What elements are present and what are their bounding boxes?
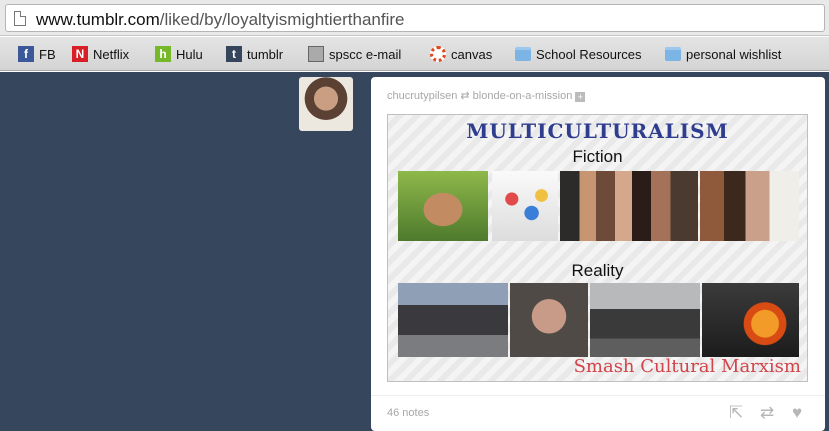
- meme-reality-label: Reality: [571, 261, 624, 280]
- meme-fiction-label: Fiction: [572, 147, 623, 166]
- address-bar-area: www.tumblr.com/liked/by/loyaltyismightie…: [0, 0, 829, 36]
- bookmark-label: canvas: [451, 46, 493, 62]
- canvas-icon: [430, 46, 446, 62]
- photo-fire: [702, 283, 799, 357]
- hulu-icon: h: [155, 46, 171, 62]
- bookmark-label: Hulu: [176, 46, 203, 62]
- bookmark-netflix[interactable]: N Netflix: [72, 44, 129, 64]
- photo-crowd-clash: [590, 283, 700, 357]
- bookmark-spscc-email[interactable]: spscc e-mail: [308, 44, 401, 64]
- meme-title: MULTICULTURALISM: [466, 119, 729, 143]
- facebook-icon: f: [18, 46, 34, 62]
- reblog-button-icon[interactable]: ⇄: [760, 403, 774, 423]
- bookmark-label: spscc e-mail: [329, 46, 402, 62]
- bookmark-label: Netflix: [93, 46, 130, 62]
- url-text[interactable]: www.tumblr.com/liked/by/loyaltyismightie…: [36, 10, 404, 30]
- share-icon[interactable]: ⇱: [729, 403, 743, 423]
- address-bar[interactable]: www.tumblr.com/liked/by/loyaltyismightie…: [5, 4, 825, 32]
- bookmark-school-resources[interactable]: School Resources: [515, 44, 642, 64]
- photo-riot-street: [398, 283, 508, 357]
- post-author[interactable]: chucrutypilsen: [387, 90, 457, 102]
- post-footer: 46 notes ⇱ ⇄ ♥: [371, 395, 825, 431]
- bookmark-label: tumblr: [247, 46, 284, 62]
- folder-icon: [665, 47, 681, 61]
- bookmark-label: FB: [39, 46, 56, 62]
- bookmark-hulu[interactable]: h Hulu: [155, 44, 203, 64]
- reblog-icon: ⇄: [460, 90, 470, 102]
- post-image[interactable]: MULTICULTURALISM Fiction Reality Smash C…: [387, 114, 808, 382]
- netflix-icon: N: [72, 46, 88, 62]
- tumblr-icon: t: [226, 46, 242, 62]
- notes-count[interactable]: 46 notes: [387, 407, 429, 419]
- bookmark-tumblr[interactable]: t tumblr: [226, 44, 283, 64]
- meme-slogan: Smash Cultural Marxism: [573, 356, 801, 377]
- photo-handshake: [398, 171, 488, 241]
- bookmarks-bar: f FB N Netflix h Hulu t tumblr spscc e-m…: [0, 37, 829, 71]
- bookmark-personal-wishlist[interactable]: personal wishlist: [665, 44, 781, 64]
- follow-plus-icon[interactable]: +: [575, 92, 586, 102]
- bookmark-fb[interactable]: f FB: [18, 44, 56, 64]
- post-header: chucrutypilsen ⇄ blonde-on-a-mission +: [387, 89, 586, 102]
- photo-children: [492, 171, 558, 241]
- bookmark-label: School Resources: [536, 46, 642, 62]
- photo-friends: [700, 171, 799, 241]
- photo-injured-man: [510, 283, 588, 357]
- like-heart-icon[interactable]: ♥: [792, 403, 802, 423]
- page-icon: [14, 11, 26, 26]
- spscc-icon: [308, 46, 324, 62]
- bookmark-label: personal wishlist: [686, 46, 782, 62]
- post-card: chucrutypilsen ⇄ blonde-on-a-mission + M…: [371, 77, 825, 431]
- url-host: www.tumblr.com: [36, 10, 160, 29]
- folder-icon: [515, 47, 531, 61]
- bookmark-canvas[interactable]: canvas: [430, 44, 492, 64]
- reblog-source[interactable]: blonde-on-a-mission: [473, 90, 573, 102]
- photo-group: [560, 171, 698, 241]
- url-path: /liked/by/loyaltyismightierthanfire: [159, 10, 405, 29]
- avatar[interactable]: [299, 77, 353, 131]
- dashboard: chucrutypilsen ⇄ blonde-on-a-mission + M…: [0, 72, 829, 431]
